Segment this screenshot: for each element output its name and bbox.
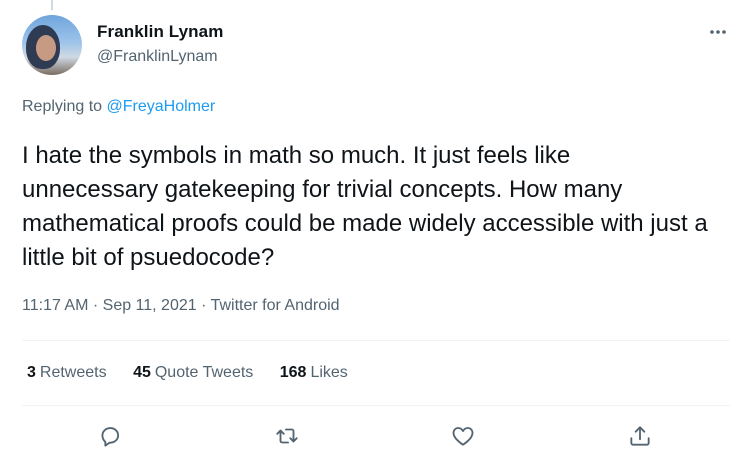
divider <box>22 405 730 406</box>
retweet-button[interactable] <box>274 423 300 449</box>
reply-button[interactable] <box>97 423 123 449</box>
reply-mention-link[interactable]: @FreyaHolmer <box>107 98 216 115</box>
like-icon <box>452 427 474 446</box>
likes-stat[interactable]: 168 Likes <box>280 364 348 382</box>
tweet-stats: 3 Retweets 45 Quote Tweets 168 Likes <box>27 364 370 382</box>
meta-separator: · <box>196 297 211 314</box>
retweets-stat[interactable]: 3 Retweets <box>27 364 107 382</box>
like-button[interactable] <box>450 423 476 449</box>
quote-tweets-count: 45 <box>133 364 151 381</box>
author-name[interactable]: Franklin Lynam <box>97 22 223 42</box>
quote-tweets-stat[interactable]: 45 Quote Tweets <box>133 364 253 382</box>
divider <box>22 340 730 341</box>
share-icon <box>630 426 650 446</box>
retweets-label: Retweets <box>39 364 107 381</box>
reply-icon <box>101 427 120 447</box>
tweet-time[interactable]: 11:17 AM <box>22 297 88 314</box>
retweet-icon <box>276 428 298 444</box>
quote-tweets-label: Quote Tweets <box>154 364 254 381</box>
tweet-source-app[interactable]: Twitter for Android <box>211 297 340 314</box>
tweet-date[interactable]: Sep 11, 2021 <box>103 297 197 314</box>
meta-separator: · <box>88 297 103 314</box>
thread-connector-line <box>51 0 53 10</box>
likes-label: Likes <box>310 364 348 381</box>
tweet-metadata: 11:17 AM · Sep 11, 2021 · Twitter for An… <box>22 297 340 315</box>
likes-count: 168 <box>279 364 307 381</box>
retweets-count: 3 <box>27 364 36 381</box>
tweet-text: I hate the symbols in math so much. It j… <box>22 142 708 271</box>
more-options-icon[interactable] <box>708 22 728 42</box>
replying-to-prefix: Replying to <box>22 98 107 115</box>
author-handle[interactable]: @FranklinLynam <box>97 48 218 66</box>
avatar[interactable] <box>22 15 82 75</box>
replying-to-line: Replying to @FreyaHolmer <box>22 98 215 116</box>
avatar-face <box>36 35 56 61</box>
share-button[interactable] <box>627 423 653 449</box>
